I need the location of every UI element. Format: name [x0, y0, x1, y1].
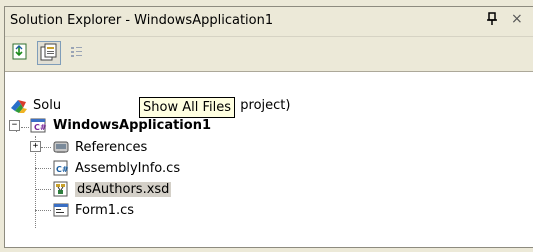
- dsauthors-label: dsAuthors.xsd: [75, 181, 172, 197]
- tree-item-form1[interactable]: Form1.cs: [51, 200, 134, 220]
- tree-connector: [21, 127, 29, 128]
- solution-label-start: Solu: [33, 97, 62, 113]
- refresh-button[interactable]: [65, 41, 89, 65]
- assemblyinfo-label: AssemblyInfo.cs: [75, 160, 181, 176]
- references-label: References: [75, 139, 148, 155]
- tree-item-references[interactable]: References: [51, 137, 147, 157]
- close-icon[interactable]: ×: [511, 11, 523, 27]
- csharp-project-icon: C#: [30, 118, 47, 133]
- tree-item-dsauthors[interactable]: dsAuthors.xsd: [51, 179, 172, 199]
- solution-icon: [11, 100, 27, 113]
- show-all-files-icon: [40, 43, 57, 61]
- svg-text:C#: C#: [34, 123, 47, 132]
- show-all-files-tooltip: Show All Files: [139, 97, 235, 118]
- pin-icon[interactable]: [486, 12, 498, 30]
- solution-tree: Solu pplication1' (1 project) − C# Windo…: [5, 71, 533, 247]
- solution-explorer-panel: Solution Explorer - WindowsApplication1 …: [0, 0, 533, 252]
- expand-references-toggle[interactable]: +: [30, 141, 41, 152]
- collapse-project-toggle[interactable]: −: [9, 120, 20, 131]
- project-label: WindowsApplication1: [53, 117, 211, 133]
- properties-button[interactable]: [9, 41, 33, 65]
- svg-text:C#: C#: [56, 165, 69, 174]
- title-bar: Solution Explorer - WindowsApplication1 …: [5, 7, 533, 36]
- tree-connector: [35, 168, 51, 169]
- show-all-files-button[interactable]: [37, 41, 61, 65]
- tree-connector: [35, 210, 51, 211]
- refresh-icon: [71, 47, 82, 57]
- dataset-icon: [53, 181, 68, 197]
- properties-icon: [12, 43, 27, 60]
- solution-explorer-frame: Solution Explorer - WindowsApplication1 …: [4, 6, 533, 248]
- tree-item-project[interactable]: C# WindowsApplication1: [29, 115, 211, 135]
- tree-item-assemblyinfo[interactable]: C# AssemblyInfo.cs: [51, 158, 180, 178]
- toolbar: [5, 36, 533, 71]
- tree-connector: [41, 147, 51, 148]
- form-icon: [53, 203, 69, 217]
- csharp-file-icon: C#: [53, 160, 69, 176]
- form1-label: Form1.cs: [75, 202, 135, 218]
- panel-title: Solution Explorer - WindowsApplication1: [10, 13, 274, 28]
- references-icon: [53, 141, 69, 153]
- tree-connector: [35, 189, 51, 190]
